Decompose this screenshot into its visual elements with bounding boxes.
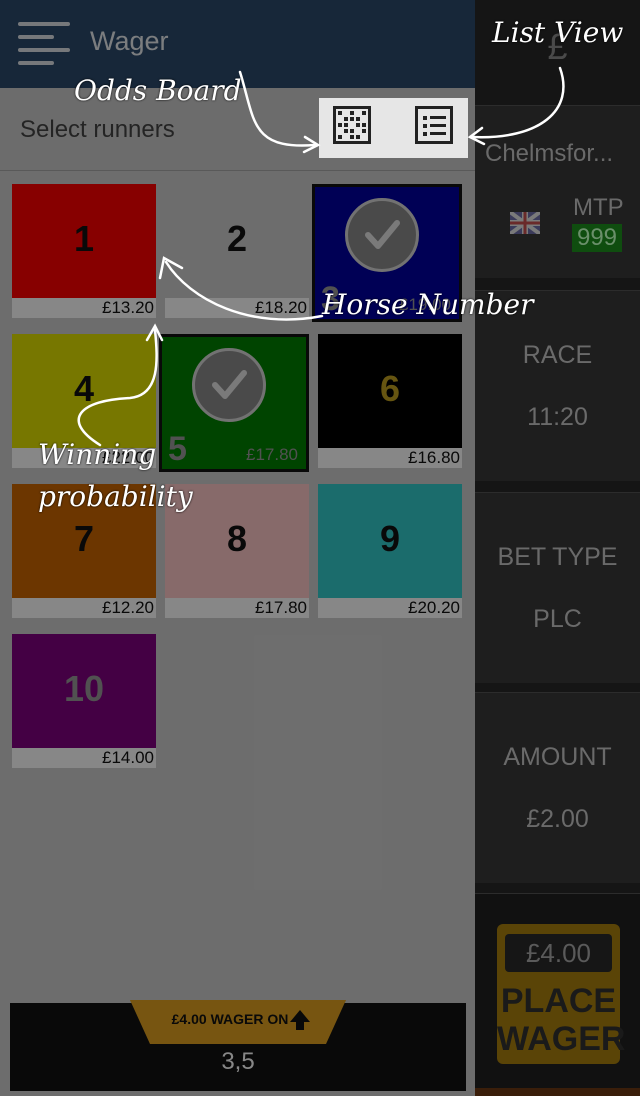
winning-prob-annotation: Winning probability	[38, 438, 193, 513]
annotation-arrows	[77, 66, 565, 447]
horse-number-annotation: Horse Number	[322, 288, 534, 321]
horse-number-arrow	[164, 260, 324, 321]
odds-board-annotation: Odds Board	[74, 74, 242, 107]
list-view-arrow	[470, 66, 565, 139]
winning-prob-arrow	[77, 328, 158, 447]
odds-board-arrow	[238, 70, 317, 147]
list-view-annotation: List View	[492, 16, 624, 49]
